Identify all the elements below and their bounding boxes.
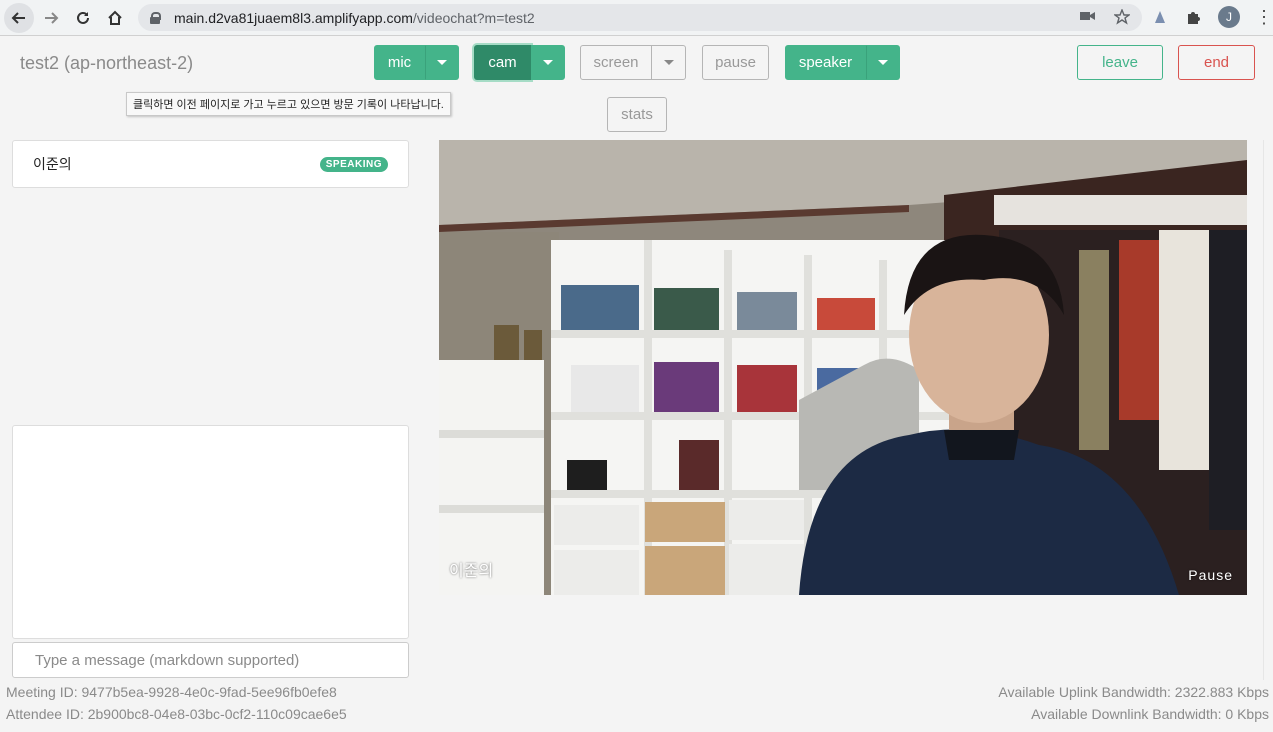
chevron-down-icon <box>663 60 674 65</box>
arrow-right-icon <box>45 12 59 24</box>
reload-button[interactable] <box>68 3 98 33</box>
roster-item: 이준의 SPEAKING <box>12 140 409 188</box>
star-icon[interactable] <box>1114 9 1130 25</box>
extensions-area: J ⋮ <box>1150 6 1273 28</box>
stats-button[interactable]: stats <box>607 97 667 132</box>
scrollbar[interactable] <box>1263 140 1273 680</box>
back-button-tooltip: 클릭하면 이전 페이지로 가고 누르고 있으면 방문 기록이 나타납니다. <box>126 92 451 116</box>
screen-dropdown-toggle[interactable] <box>652 45 686 80</box>
mic-dropdown-toggle[interactable] <box>425 45 459 80</box>
pause-button[interactable]: pause <box>702 45 769 80</box>
roster-attendee-name: 이준의 <box>33 156 72 172</box>
speaking-badge: SPEAKING <box>319 156 388 172</box>
chevron-down-icon <box>878 60 888 65</box>
reload-icon <box>77 11 89 24</box>
attendee-id: Attendee ID: 2b900bc8-04e8-03bc-0cf2-110… <box>6 706 347 722</box>
end-button[interactable]: end <box>1178 45 1255 80</box>
url-host: main.d2va81juaem8l3.amplifyapp.com <box>174 9 413 26</box>
chat-message-input[interactable] <box>12 642 409 678</box>
puzzle-icon[interactable] <box>1184 7 1204 27</box>
forward-button[interactable] <box>36 3 66 33</box>
puzzle-shape <box>1188 12 1200 24</box>
kebab-menu-icon[interactable]: ⋮ <box>1254 7 1273 27</box>
cam-button[interactable]: cam <box>474 45 531 80</box>
video-tile[interactable]: 이준의 Pause <box>439 140 1247 595</box>
video-pause-button[interactable]: Pause <box>1188 567 1233 583</box>
address-bar[interactable]: main.d2va81juaem8l3.amplifyapp.com/video… <box>138 4 1142 31</box>
home-button[interactable] <box>100 3 130 33</box>
arrow-left-icon <box>11 12 25 24</box>
browser-toolbar: main.d2va81juaem8l3.amplifyapp.com/video… <box>0 0 1273 36</box>
leave-button[interactable]: leave <box>1077 45 1163 80</box>
extension-logo-icon <box>1155 11 1165 23</box>
chat-messages-panel[interactable] <box>12 425 409 639</box>
speaker-dropdown-toggle[interactable] <box>866 45 900 80</box>
cam-dropdown-toggle[interactable] <box>531 45 565 80</box>
speaker-button[interactable]: speaker <box>785 45 866 80</box>
chevron-down-icon <box>543 60 553 65</box>
extension-icon[interactable] <box>1150 7 1170 27</box>
speaker-button-group: speaker <box>785 45 900 80</box>
mic-button[interactable]: mic <box>374 45 425 80</box>
uplink-bandwidth: Available Uplink Bandwidth: 2322.883 Kbp… <box>998 684 1269 700</box>
home-icon <box>108 10 122 25</box>
room-title: test2 (ap-northeast-2) <box>20 53 194 73</box>
back-button[interactable] <box>4 3 34 33</box>
video-attendee-name: 이준의 <box>449 563 494 580</box>
downlink-bandwidth: Available Downlink Bandwidth: 0 Kbps <box>1031 706 1269 722</box>
screen-share-button[interactable]: screen <box>580 45 652 80</box>
mic-button-group: mic <box>374 45 459 80</box>
cam-button-group: cam <box>474 45 565 80</box>
profile-avatar[interactable]: J <box>1218 6 1240 28</box>
video-frame <box>439 140 1247 595</box>
meeting-id: Meeting ID: 9477b5ea-9928-4e0c-9fad-5ee9… <box>6 684 337 700</box>
lock-icon <box>150 11 161 24</box>
screen-button-group: screen <box>580 45 686 80</box>
omnibox-icons <box>1080 9 1130 25</box>
chevron-down-icon <box>437 60 447 65</box>
url-path: /videochat?m=test2 <box>412 9 535 26</box>
camera-in-use-icon[interactable] <box>1080 9 1096 23</box>
